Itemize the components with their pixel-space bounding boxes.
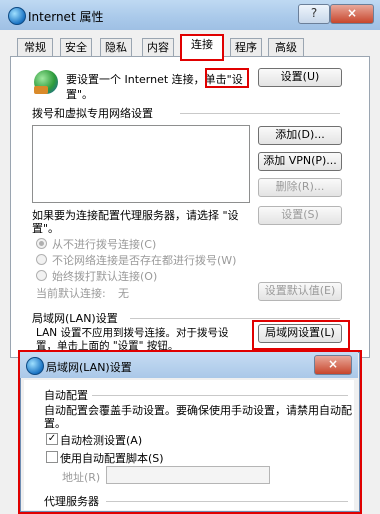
tab-privacy[interactable]: 隐私 xyxy=(100,38,132,57)
setup-button[interactable]: 设置(U) xyxy=(258,68,342,87)
lan-dialog-title: 局域网(LAN)设置 xyxy=(46,361,132,374)
add-button[interactable]: 添加(D)... xyxy=(258,126,342,145)
dialup-separator xyxy=(180,113,340,114)
close-button[interactable]: × xyxy=(330,4,374,24)
lan-group-title: 局域网(LAN)设置 xyxy=(32,312,118,325)
tab-advanced[interactable]: 高级 xyxy=(268,38,304,57)
use-script-label: 使用自动配置脚本(S) xyxy=(60,452,164,465)
current-default-value: 无 xyxy=(118,287,129,300)
add-vpn-button[interactable]: 添加 VPN(P)... xyxy=(258,152,342,171)
lan-dialog-icon xyxy=(26,357,44,375)
setup-text-line2: 置"。 xyxy=(66,88,94,101)
delete-button[interactable]: 删除(R)... xyxy=(258,178,342,197)
use-script-checkbox[interactable] xyxy=(46,451,58,463)
setup-highlight-box xyxy=(205,68,249,88)
dialup-group-title: 拨号和虚拟专用网络设置 xyxy=(32,107,153,120)
proxy-text-line2: 置"。 xyxy=(32,222,60,235)
tab-connections[interactable]: 连接 xyxy=(180,34,224,61)
tab-content[interactable]: 内容 xyxy=(142,38,174,57)
auto-config-desc-line1: 自动配置会覆盖手动设置。要确保使用手动设置，请禁用自动配 xyxy=(44,404,352,417)
auto-config-desc-line2: 置。 xyxy=(44,417,66,430)
current-default-label: 当前默认连接: xyxy=(36,287,106,300)
address-label: 地址(R) xyxy=(62,471,101,484)
auto-detect-checkbox[interactable]: ✓ xyxy=(46,433,58,445)
auto-config-group-title: 自动配置 xyxy=(44,389,88,402)
proxy-server-group-title: 代理服务器 xyxy=(44,495,99,508)
settings-button[interactable]: 设置(S) xyxy=(258,206,342,225)
lan-separator xyxy=(130,318,340,319)
tab-programs[interactable]: 程序 xyxy=(230,38,262,57)
network-cable-icon xyxy=(34,86,48,94)
radio-always-dial-label: 始终拨打默认连接(O) xyxy=(52,270,158,283)
radio-always-dial[interactable] xyxy=(36,270,47,281)
radio-never-dial-label: 从不进行拨号连接(C) xyxy=(52,238,157,251)
help-button[interactable]: ? xyxy=(298,4,330,24)
lan-settings-button[interactable]: 局域网设置(L) xyxy=(258,324,342,343)
proxy-text-line1: 如果要为连接配置代理服务器，请选择 "设 xyxy=(32,209,239,222)
radio-dial-whenever-label: 不论网络连接是否存在都进行拨号(W) xyxy=(52,254,237,267)
radio-never-dial[interactable] xyxy=(36,238,47,249)
auto-config-separator xyxy=(92,395,348,396)
address-input[interactable] xyxy=(106,466,270,484)
tab-security[interactable]: 安全 xyxy=(60,38,92,57)
internet-options-icon xyxy=(8,7,26,25)
radio-dial-whenever[interactable] xyxy=(36,254,47,265)
auto-detect-label: 自动检测设置(A) xyxy=(60,434,143,447)
lan-dialog-close-button[interactable]: × xyxy=(314,355,352,375)
proxy-server-separator xyxy=(106,501,348,502)
window-title: Internet 属性 xyxy=(28,10,104,24)
tab-general[interactable]: 常规 xyxy=(17,38,53,57)
set-default-button[interactable]: 设置默认值(E) xyxy=(258,282,342,301)
connections-list[interactable] xyxy=(32,125,250,203)
